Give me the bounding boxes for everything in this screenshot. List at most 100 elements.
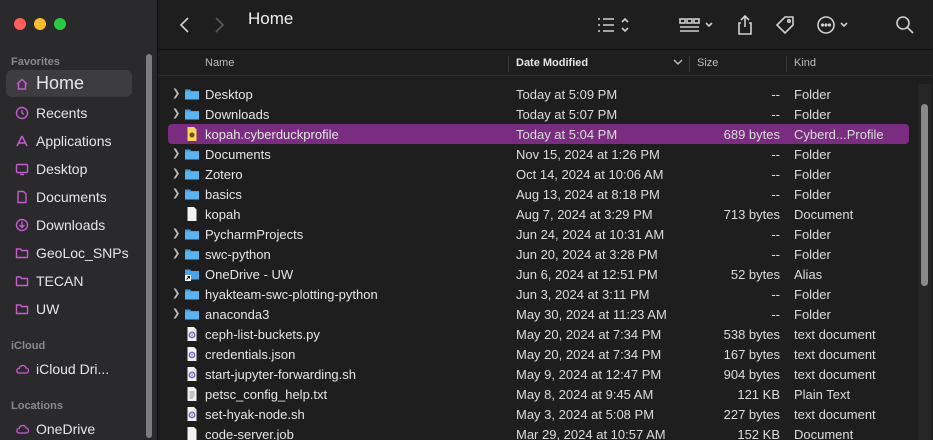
chevron-right-icon[interactable]: ❯ (172, 188, 182, 199)
cloud-icon (15, 362, 29, 376)
folder-icon (184, 106, 200, 122)
file-list-scrollbar[interactable] (921, 104, 928, 286)
file-date-modified: Mar 29, 2024 at 10:57 AM (516, 427, 666, 440)
chevron-down-icon[interactable] (673, 56, 683, 71)
table-row[interactable]: OneDrive - UW Jun 6, 2024 at 12:51 PM 52 b… (168, 264, 909, 284)
table-row[interactable]: start-jupyter-forwarding.sh May 9, 2024 a… (168, 364, 909, 384)
chevron-right-icon (215, 17, 225, 33)
file-name: kopah.cyberduckprofile (205, 127, 339, 142)
chevron-right-icon[interactable]: ❯ (172, 308, 182, 319)
file-date-modified: May 20, 2024 at 7:34 PM (516, 327, 662, 342)
zoom-window-button[interactable] (54, 18, 66, 30)
sidebar-item-documents[interactable]: Documents (6, 183, 132, 210)
file-kind: Folder (794, 167, 831, 182)
table-row[interactable]: ❯ anaconda3 May 30, 2024 at 11:23 AM -- Fold… (168, 304, 909, 324)
chevron-right-icon[interactable]: ❯ (172, 168, 182, 179)
chevron-right-icon[interactable]: ❯ (172, 288, 182, 299)
table-row[interactable]: credentials.json May 20, 2024 at 7:34 PM 1… (168, 344, 909, 364)
sidebar-item-icloud-drive[interactable]: iCloud Dri... (6, 355, 132, 382)
chevron-right-icon[interactable]: ❯ (172, 88, 182, 99)
group-button[interactable] (678, 14, 716, 36)
column-size[interactable]: Size (697, 57, 718, 69)
file-date-modified: May 30, 2024 at 11:23 AM (516, 307, 667, 322)
minimize-window-button[interactable] (34, 18, 46, 30)
table-row[interactable]: ❯ Downloads Today at 5:07 PM -- Folder (168, 104, 909, 124)
file-icon (184, 366, 200, 382)
file-name: ceph-list-buckets.py (205, 327, 320, 342)
sidebar-item-home[interactable]: Home (6, 70, 132, 97)
file-icon (184, 386, 200, 402)
file-size: -- (771, 307, 780, 322)
back-button[interactable] (178, 14, 192, 36)
alias-icon (184, 266, 200, 282)
table-row[interactable]: ceph-list-buckets.py May 20, 2024 at 7:34… (168, 324, 909, 344)
download-icon (15, 218, 29, 232)
chevron-left-icon (179, 17, 189, 33)
file-name: code-server.job (205, 427, 294, 440)
sidebar-scrollbar[interactable] (146, 54, 152, 438)
sidebar-item-recents[interactable]: Recents (6, 99, 132, 126)
table-row[interactable]: ❯ swc-python Jun 20, 2024 at 3:28 PM -- Fold… (168, 244, 909, 264)
sidebar-item-uw[interactable]: UW (6, 295, 132, 322)
column-divider[interactable] (689, 56, 690, 72)
table-row[interactable]: set-hyak-node.sh May 3, 2024 at 5:08 PM 22… (168, 404, 909, 424)
sidebar-item-geoloc-snps[interactable]: GeoLoc_SNPs (6, 239, 132, 266)
table-row[interactable]: code-server.job Mar 29, 2024 at 10:57 AM 1… (168, 424, 909, 440)
window-title: Home (248, 9, 294, 28)
sidebar-item-tecan[interactable]: TECAN (6, 267, 132, 294)
file-kind: Cyberd...Profile (794, 127, 884, 142)
file-size: -- (771, 287, 780, 302)
file-date-modified: May 3, 2024 at 5:08 PM (516, 407, 655, 422)
file-icon (184, 326, 200, 342)
table-row[interactable]: petsc_config_help.txt May 8, 2024 at 9:45… (168, 384, 909, 404)
folder-icon (15, 274, 29, 288)
file-name: hyakteam-swc-plotting-python (205, 287, 378, 302)
folder-icon (184, 286, 200, 302)
table-row[interactable]: kopah.cyberduckprofile Today at 5:04 PM 68… (168, 124, 909, 144)
close-window-button[interactable] (14, 18, 26, 30)
actions-button[interactable] (816, 14, 852, 36)
table-row[interactable]: ❯ basics Aug 13, 2024 at 8:18 PM -- Folder (168, 184, 909, 204)
tags-button[interactable] (774, 14, 796, 36)
file-name: Zotero (205, 167, 243, 182)
sidebar: Favorites Home Recents Applications Desk… (0, 0, 158, 440)
file-name: anaconda3 (205, 307, 270, 322)
table-row[interactable]: ❯ hyakteam-swc-plotting-python Jun 3, 2024… (168, 284, 909, 304)
chevron-right-icon[interactable]: ❯ (172, 248, 182, 259)
search-icon (896, 16, 914, 34)
column-divider[interactable] (508, 56, 509, 72)
column-kind[interactable]: Kind (794, 57, 816, 69)
table-row[interactable]: ❯ PycharmProjects Jun 24, 2024 at 10:31 AM… (168, 224, 909, 244)
folder-icon (184, 86, 200, 102)
sidebar-item-applications[interactable]: Applications (6, 127, 132, 154)
table-row[interactable]: ❯ Documents Nov 15, 2024 at 1:26 PM -- Folde… (168, 144, 909, 164)
column-divider[interactable] (786, 56, 787, 72)
file-name: start-jupyter-forwarding.sh (205, 367, 356, 382)
chevron-right-icon[interactable]: ❯ (172, 228, 182, 239)
tag-icon (775, 16, 794, 35)
file-kind: Folder (794, 287, 831, 302)
file-size: 713 bytes (723, 207, 780, 222)
folder-icon (184, 166, 200, 182)
table-row[interactable]: ❯ Desktop Today at 5:09 PM -- Folder (168, 84, 909, 104)
forward-button[interactable] (212, 14, 226, 36)
applications-icon (15, 134, 29, 148)
folder-icon (184, 306, 200, 322)
file-kind: text document (794, 367, 876, 382)
file-date-modified: Today at 5:09 PM (516, 87, 618, 102)
view-mode-button[interactable] (596, 14, 636, 36)
table-row[interactable]: ❯ Zotero Oct 14, 2024 at 10:06 AM -- Folder (168, 164, 909, 184)
file-kind: Folder (794, 307, 831, 322)
column-date-modified[interactable]: Date Modified (516, 57, 588, 69)
file-date-modified: Nov 15, 2024 at 1:26 PM (516, 147, 660, 162)
sidebar-item-desktop[interactable]: Desktop (6, 155, 132, 182)
clock-icon (15, 106, 29, 120)
chevron-right-icon[interactable]: ❯ (172, 108, 182, 119)
chevron-right-icon[interactable]: ❯ (172, 148, 182, 159)
share-button[interactable] (736, 14, 754, 36)
sidebar-item-downloads[interactable]: Downloads (6, 211, 132, 238)
table-row[interactable]: kopah Aug 7, 2024 at 3:29 PM 713 bytes Docu… (168, 204, 909, 224)
column-name[interactable]: Name (205, 57, 234, 69)
search-button[interactable] (895, 14, 915, 36)
sidebar-item-onedrive[interactable]: OneDrive (6, 415, 132, 440)
